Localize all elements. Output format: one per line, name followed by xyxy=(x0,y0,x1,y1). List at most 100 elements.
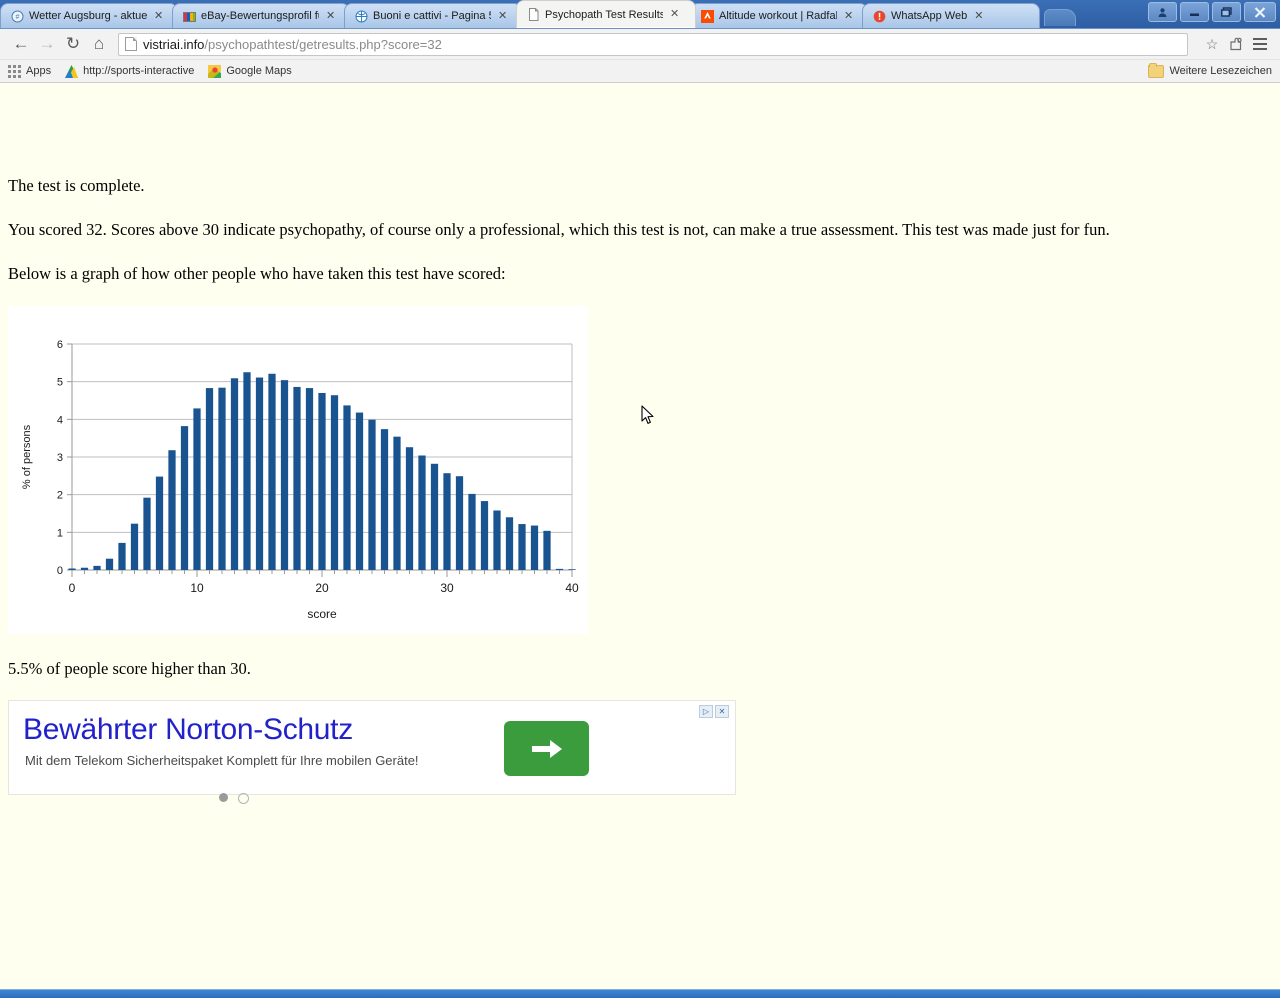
y-axis-tick-label: 0 xyxy=(57,565,63,577)
x-axis-tick-label: 20 xyxy=(315,581,329,595)
user-account-button[interactable] xyxy=(1148,2,1177,22)
page-info-icon xyxy=(125,37,137,51)
apps-grid-icon xyxy=(8,64,21,78)
chart-bar xyxy=(393,436,401,570)
chart-bar xyxy=(343,405,351,570)
ad-carousel-dots[interactable] xyxy=(219,793,249,804)
address-bar[interactable]: vistriai.info/psychopathtest/getresults.… xyxy=(118,32,1188,56)
bookmark-star-icon[interactable]: ☆ xyxy=(1200,32,1224,56)
minimize-button[interactable] xyxy=(1180,2,1209,22)
new-tab-button[interactable] xyxy=(1044,9,1076,26)
browser-tab-buoni-e-cattivi[interactable]: Buoni e cattivi - Pagina 5 ✕ xyxy=(344,3,522,28)
close-button[interactable] xyxy=(1244,2,1276,22)
browser-toolbar: ← → ↻ ⌂ vistriai.info/psychopathtest/get… xyxy=(0,29,1280,60)
chart-bar xyxy=(355,412,364,570)
adchoices-icon[interactable]: ▷ xyxy=(699,705,713,718)
chart-bar xyxy=(380,429,389,570)
chart-bar xyxy=(430,463,439,570)
ad-subtext: Mit dem Telekom Sicherheitspaket Komplet… xyxy=(25,753,419,768)
tab-close-icon[interactable]: ✕ xyxy=(670,9,679,20)
chart-bar xyxy=(180,426,189,570)
carousel-dot-1[interactable] xyxy=(219,793,228,802)
bookmark-label: http://sports-interactive xyxy=(83,65,195,77)
chart-bar xyxy=(255,377,264,570)
menu-icon[interactable] xyxy=(1248,32,1272,56)
browser-tab-wetter-augsburg[interactable]: # Wetter Augsburg - aktuelle ✕ xyxy=(0,3,178,28)
chart-bar xyxy=(293,386,301,570)
reload-button[interactable]: ↻ xyxy=(60,31,86,57)
page-bottom-spacer xyxy=(0,963,1280,989)
chart-bar xyxy=(155,476,164,570)
result-line-percentile: 5.5% of people score higher than 30. xyxy=(8,659,251,678)
bookmark-google-maps[interactable]: Google Maps xyxy=(208,64,292,78)
google-maps-icon xyxy=(208,64,222,78)
browser-tab-ebay[interactable]: eBay-Bewertungsprofil für ✕ xyxy=(172,3,350,28)
chart-bar xyxy=(243,372,251,570)
browser-tab-whatsapp-web[interactable]: WhatsApp Web ✕ xyxy=(862,3,1040,28)
result-line-graph-intro: Below is a graph of how other people who… xyxy=(8,264,506,283)
browser-tab-altitude-workout[interactable]: Altitude workout | Radfahr ✕ xyxy=(690,3,868,28)
y-axis-label: % of persons xyxy=(21,424,33,489)
bookmark-label: Apps xyxy=(26,65,52,77)
score-distribution-chart: 0 1 2 3 4 5 6 0 10 20 30 40 score % of persons xyxy=(8,306,588,634)
tab-close-icon[interactable]: ✕ xyxy=(154,10,163,22)
chart-bar xyxy=(405,447,414,570)
home-button[interactable]: ⌂ xyxy=(86,31,112,57)
tab-strip: # Wetter Augsburg - aktuelle ✕ eBay-Bewe… xyxy=(0,0,1076,28)
bookmark-other-bookmarks[interactable]: Weitere Lesezeichen xyxy=(1148,62,1272,78)
ad-cta-button[interactable] xyxy=(504,721,589,776)
tab-title: WhatsApp Web xyxy=(891,10,968,22)
result-line-score: You scored 32. Scores above 30 indicate … xyxy=(8,220,1110,239)
tab-close-icon[interactable]: ✕ xyxy=(326,10,335,22)
tab-close-icon[interactable]: ✕ xyxy=(974,10,983,22)
chart-bar xyxy=(318,392,326,570)
chart-bar xyxy=(518,524,526,570)
chart-bar xyxy=(468,493,476,570)
tab-close-icon[interactable]: ✕ xyxy=(498,10,507,22)
x-axis-tick-label: 40 xyxy=(565,581,579,595)
chart-bar xyxy=(455,476,464,570)
chart-bar xyxy=(130,523,139,570)
forward-button[interactable]: → xyxy=(34,31,60,57)
adchoices-controls[interactable]: ▷ ✕ xyxy=(699,705,729,718)
chart-bar xyxy=(230,378,239,570)
chart-bar xyxy=(168,450,176,570)
url-path: /psychopathtest/getresults.php?score=32 xyxy=(204,36,442,52)
chart-bar xyxy=(143,497,151,570)
tab-title: Psychopath Test Results xyxy=(545,8,663,21)
chart-bar xyxy=(218,387,226,570)
mouse-cursor xyxy=(641,405,655,430)
chart-bar xyxy=(530,525,539,570)
chart-bar xyxy=(118,542,126,570)
browser-titlebar: # Wetter Augsburg - aktuelle ✕ eBay-Bewe… xyxy=(0,0,1280,29)
y-axis-tick-label: 3 xyxy=(57,452,63,464)
window-controls xyxy=(1148,2,1276,22)
ad-headline[interactable]: Bewährter Norton-Schutz xyxy=(23,713,353,747)
bookmarks-bar: Apps http://sports-interactive Google Ma… xyxy=(0,60,1280,83)
chart-bar xyxy=(280,380,289,570)
weather-icon: # xyxy=(11,10,24,23)
extension-icon[interactable] xyxy=(1224,32,1248,56)
chart-bar xyxy=(80,567,89,570)
chart-bar xyxy=(543,530,551,570)
chart-bar xyxy=(205,388,214,570)
chart-bar xyxy=(443,473,451,570)
chart-bar xyxy=(330,395,339,570)
chart-bar xyxy=(268,373,276,570)
strava-icon xyxy=(701,9,714,23)
bookmark-apps[interactable]: Apps xyxy=(8,64,52,78)
browser-tab-psychopath-test-results[interactable]: Psychopath Test Results ✕ xyxy=(516,0,696,28)
chart-bar xyxy=(93,565,101,570)
ad-close-icon[interactable]: ✕ xyxy=(715,705,729,718)
arrow-right-icon xyxy=(530,736,564,762)
alert-icon xyxy=(873,10,886,23)
advertisement-banner[interactable]: Bewährter Norton-Schutz Mit dem Telekom … xyxy=(8,700,736,804)
svg-text:#: # xyxy=(16,14,20,21)
page-icon xyxy=(527,8,540,21)
back-button[interactable]: ← xyxy=(8,31,34,57)
tab-close-icon[interactable]: ✕ xyxy=(844,10,853,22)
maximize-button[interactable] xyxy=(1212,2,1241,22)
x-axis-label: score xyxy=(307,607,337,621)
carousel-dot-2[interactable] xyxy=(238,793,249,804)
bookmark-sports-interactive[interactable]: http://sports-interactive xyxy=(65,64,195,78)
